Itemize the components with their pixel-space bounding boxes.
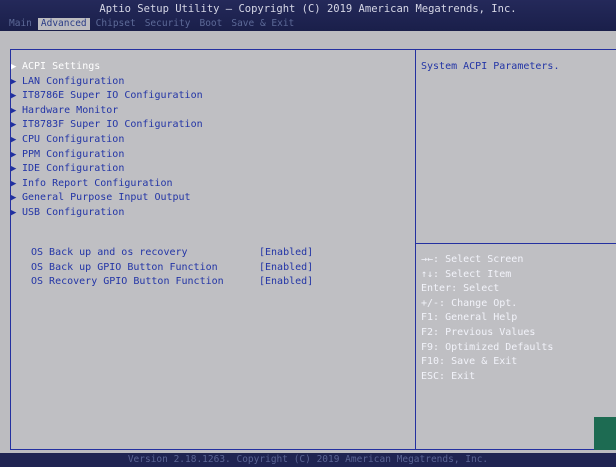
tab-boot[interactable]: Boot: [196, 18, 225, 30]
key-hint-change-opt: +/-: Change Opt.: [421, 297, 518, 309]
menu-item-label: IT8786E Super IO Configuration: [22, 90, 203, 102]
tab-security[interactable]: Security: [142, 18, 194, 30]
menu-item-ppm-configuration[interactable]: ▶ PPM Configuration: [11, 148, 124, 162]
key-hint-save-exit: F10: Save & Exit: [421, 356, 518, 368]
option-os-recovery-gpio[interactable]: OS Recovery GPIO Button Function [Enable…: [31, 275, 313, 289]
option-value[interactable]: [Enabled]: [259, 246, 313, 260]
submenu-arrow-icon: ▶: [11, 164, 17, 175]
menu-item-info-report-configuration[interactable]: ▶ Info Report Configuration: [11, 177, 173, 191]
tab-save-exit[interactable]: Save & Exit: [228, 18, 297, 30]
option-os-backup-recovery[interactable]: OS Back up and os recovery [Enabled]: [31, 246, 313, 260]
menu-item-label: IT8783F Super IO Configuration: [22, 119, 203, 131]
menu-item-acpi-settings[interactable]: ▶ ACPI Settings: [11, 60, 100, 74]
key-hint-enter: Enter: Select: [421, 283, 500, 295]
option-label: OS Recovery GPIO Button Function: [31, 276, 224, 288]
option-value[interactable]: [Enabled]: [259, 261, 313, 275]
menu-item-it8786e-super-io[interactable]: ▶ IT8786E Super IO Configuration: [11, 89, 203, 103]
tab-chipset[interactable]: Chipset: [93, 18, 139, 30]
submenu-arrow-icon: ▶: [11, 149, 17, 160]
app-title: Aptio Setup Utility – Copyright (C) 2019…: [99, 3, 517, 15]
menu-item-lan-configuration[interactable]: ▶ LAN Configuration: [11, 75, 124, 89]
footer-version: Version 2.18.1263. Copyright (C) 2019 Am…: [127, 454, 489, 465]
panel-divider: [415, 50, 416, 449]
bios-screen: Aptio Setup Utility – Copyright (C) 2019…: [0, 0, 616, 467]
menu-item-cpu-configuration[interactable]: ▶ CPU Configuration: [11, 133, 124, 147]
key-hint-select-screen: →←: Select Screen: [421, 254, 524, 265]
menu-item-label: Info Report Configuration: [22, 177, 173, 189]
menu-item-label: LAN Configuration: [22, 75, 125, 87]
footer-bar: Version 2.18.1263. Copyright (C) 2019 Am…: [0, 453, 616, 467]
menu-item-ide-configuration[interactable]: ▶ IDE Configuration: [11, 162, 124, 176]
submenu-arrow-icon: ▶: [11, 62, 17, 72]
submenu-arrow-icon: ▶: [11, 135, 17, 145]
main-panel: ▶ ACPI Settings ▶ LAN Configuration ▶ IT878…: [10, 49, 616, 450]
menu-item-general-purpose-io[interactable]: ▶ General Purpose Input Output: [11, 191, 191, 205]
menu-item-label: PPM Configuration: [22, 148, 125, 160]
option-label: OS Back up GPIO Button Function: [31, 261, 218, 273]
submenu-arrow-icon: ▶: [11, 208, 17, 218]
key-hint-select-item: ↑↓: Select Item: [421, 268, 512, 280]
submenu-arrow-icon: ▶: [11, 91, 17, 102]
help-description: System ACPI Parameters.: [421, 61, 560, 72]
tab-bar: Main Advanced Chipset Security Boot Save…: [6, 18, 300, 30]
key-hint-general-help: F1: General Help: [421, 312, 518, 324]
submenu-arrow-icon: ▶: [11, 76, 17, 87]
menu-item-label: USB Configuration: [22, 207, 125, 218]
submenu-arrow-icon: ▶: [11, 178, 17, 189]
decorative-block: [594, 417, 616, 450]
menu-item-label: Hardware Monitor: [22, 104, 119, 116]
menu-item-label: IDE Configuration: [22, 163, 125, 175]
menu-item-usb-configuration[interactable]: ▶ USB Configuration: [11, 206, 124, 220]
submenu-arrow-icon: ▶: [11, 105, 17, 116]
submenu-arrow-icon: ▶: [11, 120, 17, 131]
tab-advanced[interactable]: Advanced: [37, 18, 90, 30]
menu-item-label: General Purpose Input Output: [22, 192, 191, 204]
tab-main[interactable]: Main: [6, 18, 35, 30]
key-hint-esc-exit: ESC: Exit: [421, 370, 476, 382]
menu-item-hardware-monitor[interactable]: ▶ Hardware Monitor: [11, 104, 118, 118]
key-hint-previous-values: F2: Previous Values: [421, 327, 536, 338]
title-bar: Aptio Setup Utility – Copyright (C) 2019…: [0, 0, 616, 31]
menu-item-label: ACPI Settings: [22, 61, 101, 72]
menu-item-label: CPU Configuration: [22, 134, 125, 145]
help-divider: [416, 243, 616, 244]
option-os-backup-gpio[interactable]: OS Back up GPIO Button Function [Enabled…: [31, 261, 313, 275]
option-label: OS Back up and os recovery: [31, 247, 188, 258]
menu-item-it8783f-super-io[interactable]: ▶ IT8783F Super IO Configuration: [11, 118, 203, 132]
submenu-arrow-icon: ▶: [11, 193, 17, 204]
key-hint-optimized-defaults: F9: Optimized Defaults: [421, 341, 554, 353]
option-value[interactable]: [Enabled]: [259, 275, 313, 289]
